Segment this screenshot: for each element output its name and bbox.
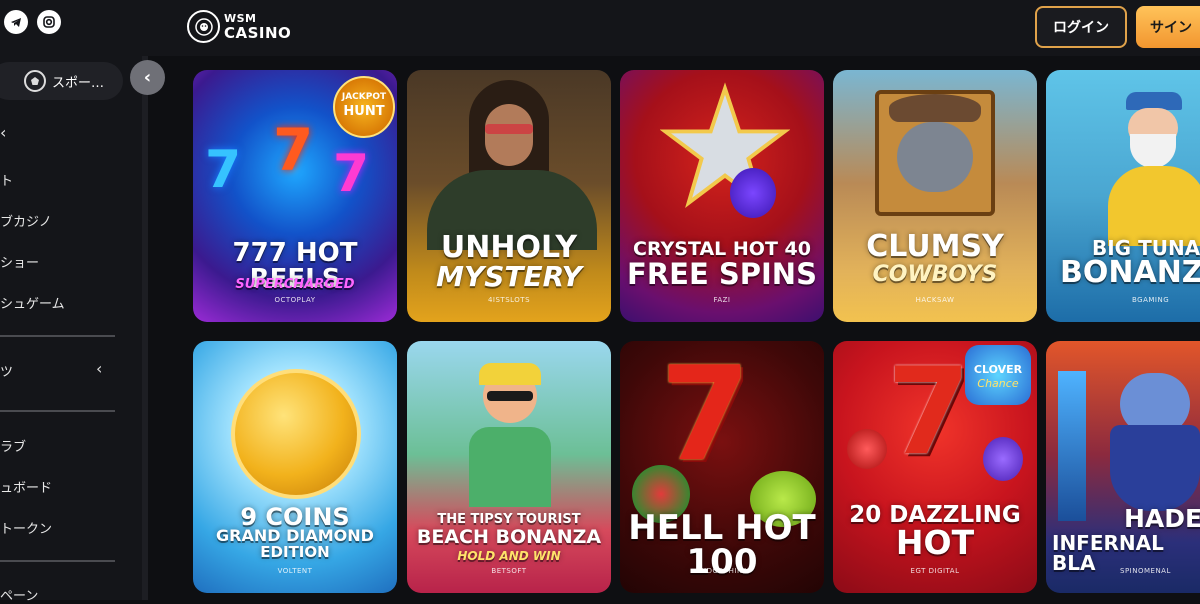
sidebar-collapse-button[interactable]: ‹ bbox=[130, 60, 165, 95]
game-tile-clumsy-cowboys[interactable]: CLUMSY COWBOYS HACKSAW bbox=[833, 70, 1037, 322]
game-provider: EGT DIGITAL bbox=[910, 567, 960, 575]
sports-tab[interactable]: スポー… bbox=[0, 62, 123, 100]
seven-pink-icon: 7 bbox=[333, 144, 370, 204]
sidebar-scrollbar[interactable] bbox=[142, 56, 148, 600]
beard bbox=[1130, 134, 1176, 168]
game-subtitle: BONANZ bbox=[1060, 255, 1200, 290]
sunglasses-icon bbox=[487, 391, 533, 401]
instagram-icon[interactable] bbox=[37, 10, 61, 34]
game-subtitle-2: HOLD AND WIN bbox=[457, 549, 561, 563]
sidebar-item-6[interactable]: ュボード bbox=[0, 477, 52, 496]
lion-logo-icon bbox=[187, 10, 220, 43]
sports-tab-label: スポー… bbox=[52, 75, 105, 91]
sidebar-item-7[interactable]: トークン bbox=[0, 518, 52, 537]
telegram-icon[interactable] bbox=[4, 10, 28, 34]
tourist-hair bbox=[479, 363, 541, 385]
game-provider: BETSOFT bbox=[491, 567, 527, 575]
game-provider: FAZI bbox=[713, 296, 731, 304]
rhino-head bbox=[897, 122, 973, 192]
character-face bbox=[485, 104, 533, 166]
game-provider: VOLTENT bbox=[277, 567, 313, 575]
game-provider: HACKSAW bbox=[915, 296, 955, 304]
sidebar-item-3[interactable]: シュゲーム bbox=[0, 293, 65, 312]
raincoat bbox=[1108, 166, 1200, 246]
logo-line-1: WSM bbox=[224, 11, 257, 25]
trident-icon bbox=[1058, 371, 1086, 521]
game-provider: ENDORPHINA bbox=[696, 567, 748, 575]
game-tile-9-coins[interactable]: 9 COINS GRAND DIAMOND EDITION VOLTENT bbox=[193, 341, 397, 593]
game-provider: SPINOMENAL bbox=[1120, 567, 1171, 575]
game-subtitle: MYSTERY bbox=[436, 260, 582, 293]
login-button[interactable]: ログイン bbox=[1035, 6, 1127, 48]
seven-icon: 7 bbox=[887, 343, 971, 482]
sidebar-item-5[interactable]: ラブ bbox=[0, 436, 26, 455]
grapes-icon bbox=[983, 437, 1023, 481]
logo-line-2: CASINO bbox=[224, 23, 292, 42]
soccer-ball-icon bbox=[24, 70, 46, 92]
hawaiian-shirt bbox=[469, 427, 551, 507]
game-provider: BGAMING bbox=[1132, 296, 1170, 304]
game-tile-tipsy-tourist[interactable]: THE TIPSY TOURIST BEACH BONANZA HOLD AND… bbox=[407, 341, 611, 593]
sidebar-divider bbox=[0, 335, 115, 337]
game-subtitle: FREE SPINS bbox=[627, 257, 817, 291]
sidebar-item-0[interactable]: ト bbox=[0, 170, 13, 189]
game-tile-777-hot-reels[interactable]: JACKPOT HUNT 7 7 7 777 HOT REELS SUPERCH… bbox=[193, 70, 397, 322]
signup-button[interactable]: サイン bbox=[1136, 6, 1200, 48]
game-title: HADES' bbox=[1124, 504, 1200, 533]
casino-logo[interactable]: WSM CASINO bbox=[187, 10, 291, 43]
sidebar-divider bbox=[0, 410, 115, 412]
sidebar-item-8[interactable]: ペーン bbox=[0, 585, 38, 604]
chevron-left-icon[interactable]: ‹ bbox=[96, 359, 102, 378]
game-title: THE TIPSY TOURIST bbox=[437, 512, 581, 527]
game-title: UNHOLY bbox=[440, 230, 578, 265]
grapes-icon bbox=[730, 168, 776, 218]
chevron-left-icon: ‹ bbox=[143, 67, 152, 88]
game-subtitle: SUPERCHARGED bbox=[235, 277, 355, 292]
game-subtitle: BEACH BONANZA bbox=[416, 526, 602, 548]
cherries-icon bbox=[847, 429, 887, 469]
sidebar-item-4[interactable]: ツ bbox=[0, 361, 13, 380]
jackpot-badge: JACKPOT HUNT bbox=[333, 76, 395, 138]
game-tile-20-dazzling-hot[interactable]: CLOVER Chance 7 20 DAZZLING HOT EGT DIGI… bbox=[833, 341, 1037, 593]
sunglasses-icon bbox=[485, 124, 533, 134]
game-subtitle: COWBOYS bbox=[872, 262, 998, 287]
game-title: CLUMSY bbox=[866, 229, 1004, 264]
game-subtitle-2: EDITION bbox=[260, 543, 330, 561]
seven-red-icon: 7 bbox=[273, 116, 314, 184]
clover-chance-badge: CLOVER Chance bbox=[965, 345, 1031, 405]
game-provider: OCTOPLAY bbox=[274, 296, 316, 304]
gold-coin-icon bbox=[231, 369, 361, 499]
sidebar-item-1[interactable]: ブカジノ bbox=[0, 211, 52, 230]
game-tile-big-tuna-bonanza[interactable]: BIG TUNA BONANZ BGAMING bbox=[1046, 70, 1200, 322]
sidebar-item-cut-top[interactable]: ‹ bbox=[0, 123, 6, 142]
sidebar-divider bbox=[0, 560, 115, 562]
sidebar-item-2[interactable]: ショー bbox=[0, 252, 39, 271]
game-subtitle: GRAND DIAMOND bbox=[216, 526, 374, 545]
seven-icon: 7 bbox=[660, 341, 751, 490]
hades-beard bbox=[1110, 425, 1200, 511]
game-provider: 4ISTSLOTS bbox=[487, 296, 531, 304]
cowboy-hat-icon bbox=[889, 94, 981, 122]
game-subtitle: HOT bbox=[895, 523, 975, 562]
game-tile-hell-hot-100[interactable]: 7 HELL HOT 100 ENDORPHINA bbox=[620, 341, 824, 593]
game-tile-hades-infernal[interactable]: HADES' INFERNAL BLA SPINOMENAL bbox=[1046, 341, 1200, 593]
game-tile-unholy-mystery[interactable]: UNHOLY MYSTERY 4ISTSLOTS bbox=[407, 70, 611, 322]
game-tile-crystal-hot-40[interactable]: CRYSTAL HOT 40 FREE SPINS FAZI bbox=[620, 70, 824, 322]
seven-blue-icon: 7 bbox=[205, 140, 242, 200]
top-bar: WSM CASINO ログイン サイン bbox=[0, 0, 1200, 56]
